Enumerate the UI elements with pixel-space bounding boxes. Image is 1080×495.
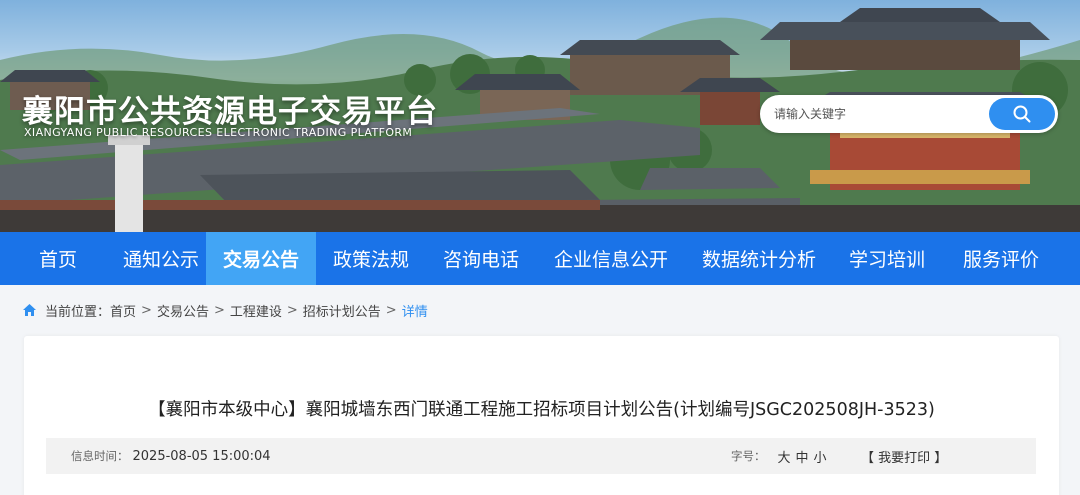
breadcrumb-separator: > bbox=[286, 302, 298, 318]
breadcrumb-current: 详情 bbox=[401, 304, 428, 320]
nav-item-service-rating[interactable]: 服务评价 bbox=[942, 232, 1060, 285]
nav-item-data-statistics[interactable]: 数据统计分析 bbox=[686, 232, 832, 285]
font-size-small[interactable]: 小 bbox=[814, 447, 827, 466]
font-size-large[interactable]: 大 bbox=[778, 447, 791, 466]
breadcrumb-engineering[interactable]: 工程建设 bbox=[230, 301, 282, 320]
nav-item-trade-announcements[interactable]: 交易公告 bbox=[206, 232, 316, 285]
breadcrumb-separator: > bbox=[213, 302, 225, 318]
breadcrumb-home[interactable]: 首页 bbox=[110, 301, 136, 320]
info-time: 信息时间： 2025-08-05 15:00:04 bbox=[71, 438, 271, 474]
home-icon bbox=[22, 303, 37, 317]
site-title: 襄阳市公共资源电子交易平台 bbox=[22, 94, 438, 130]
article-meta-bar: 信息时间： 2025-08-05 15:00:04 字号： 大 中 小 【 我要… bbox=[46, 438, 1036, 474]
nav-item-notices[interactable]: 通知公示 bbox=[116, 232, 206, 285]
article-title: 【襄阳市本级中心】襄阳城墙东西门联通工程施工招标项目计划公告(计划编号JSGC2… bbox=[148, 400, 935, 420]
breadcrumb-prefix: 当前位置： bbox=[45, 304, 111, 320]
info-time-label: 信息时间： bbox=[71, 449, 129, 463]
search-input[interactable] bbox=[774, 95, 988, 133]
header-banner: 襄阳市公共资源电子交易平台 XIANGYANG PUBLIC RESOURCES… bbox=[0, 0, 1080, 232]
breadcrumb-separator: > bbox=[141, 302, 152, 318]
site-subtitle: XIANGYANG PUBLIC RESOURCES ELECTRONIC TR… bbox=[24, 126, 413, 139]
print-button[interactable]: 【 我要打印 】 bbox=[861, 438, 947, 474]
breadcrumb-trade-announcements[interactable]: 交易公告 bbox=[157, 301, 209, 320]
font-size-medium[interactable]: 中 bbox=[796, 447, 809, 466]
font-size-control: 字号： 大 中 小 bbox=[731, 438, 832, 474]
nav-item-policies[interactable]: 政策法规 bbox=[316, 232, 426, 285]
article-card: 【襄阳市本级中心】襄阳城墙东西门联通工程施工招标项目计划公告(计划编号JSGC2… bbox=[24, 336, 1059, 495]
search-button[interactable] bbox=[989, 98, 1055, 130]
info-time-value: 2025-08-05 15:00:04 bbox=[132, 448, 271, 464]
breadcrumb-bidding-plan[interactable]: 招标计划公告 bbox=[303, 301, 381, 320]
main-nav: 首页 通知公示 交易公告 政策法规 咨询电话 企业信息公开 数据统计分析 学习培… bbox=[0, 232, 1080, 285]
breadcrumb: 当前位置： 首页 > 交易公告 > 工程建设 > 招标计划公告 > 详情 bbox=[22, 300, 428, 320]
font-size-label: 字号： bbox=[731, 449, 766, 463]
nav-item-training[interactable]: 学习培训 bbox=[832, 232, 942, 285]
search-icon bbox=[1013, 105, 1031, 123]
search-box bbox=[760, 95, 1058, 133]
breadcrumb-separator: > bbox=[385, 302, 397, 318]
nav-item-consult-phone[interactable]: 咨询电话 bbox=[426, 232, 536, 285]
nav-item-home[interactable]: 首页 bbox=[0, 232, 116, 285]
nav-item-enterprise-info[interactable]: 企业信息公开 bbox=[536, 232, 686, 285]
